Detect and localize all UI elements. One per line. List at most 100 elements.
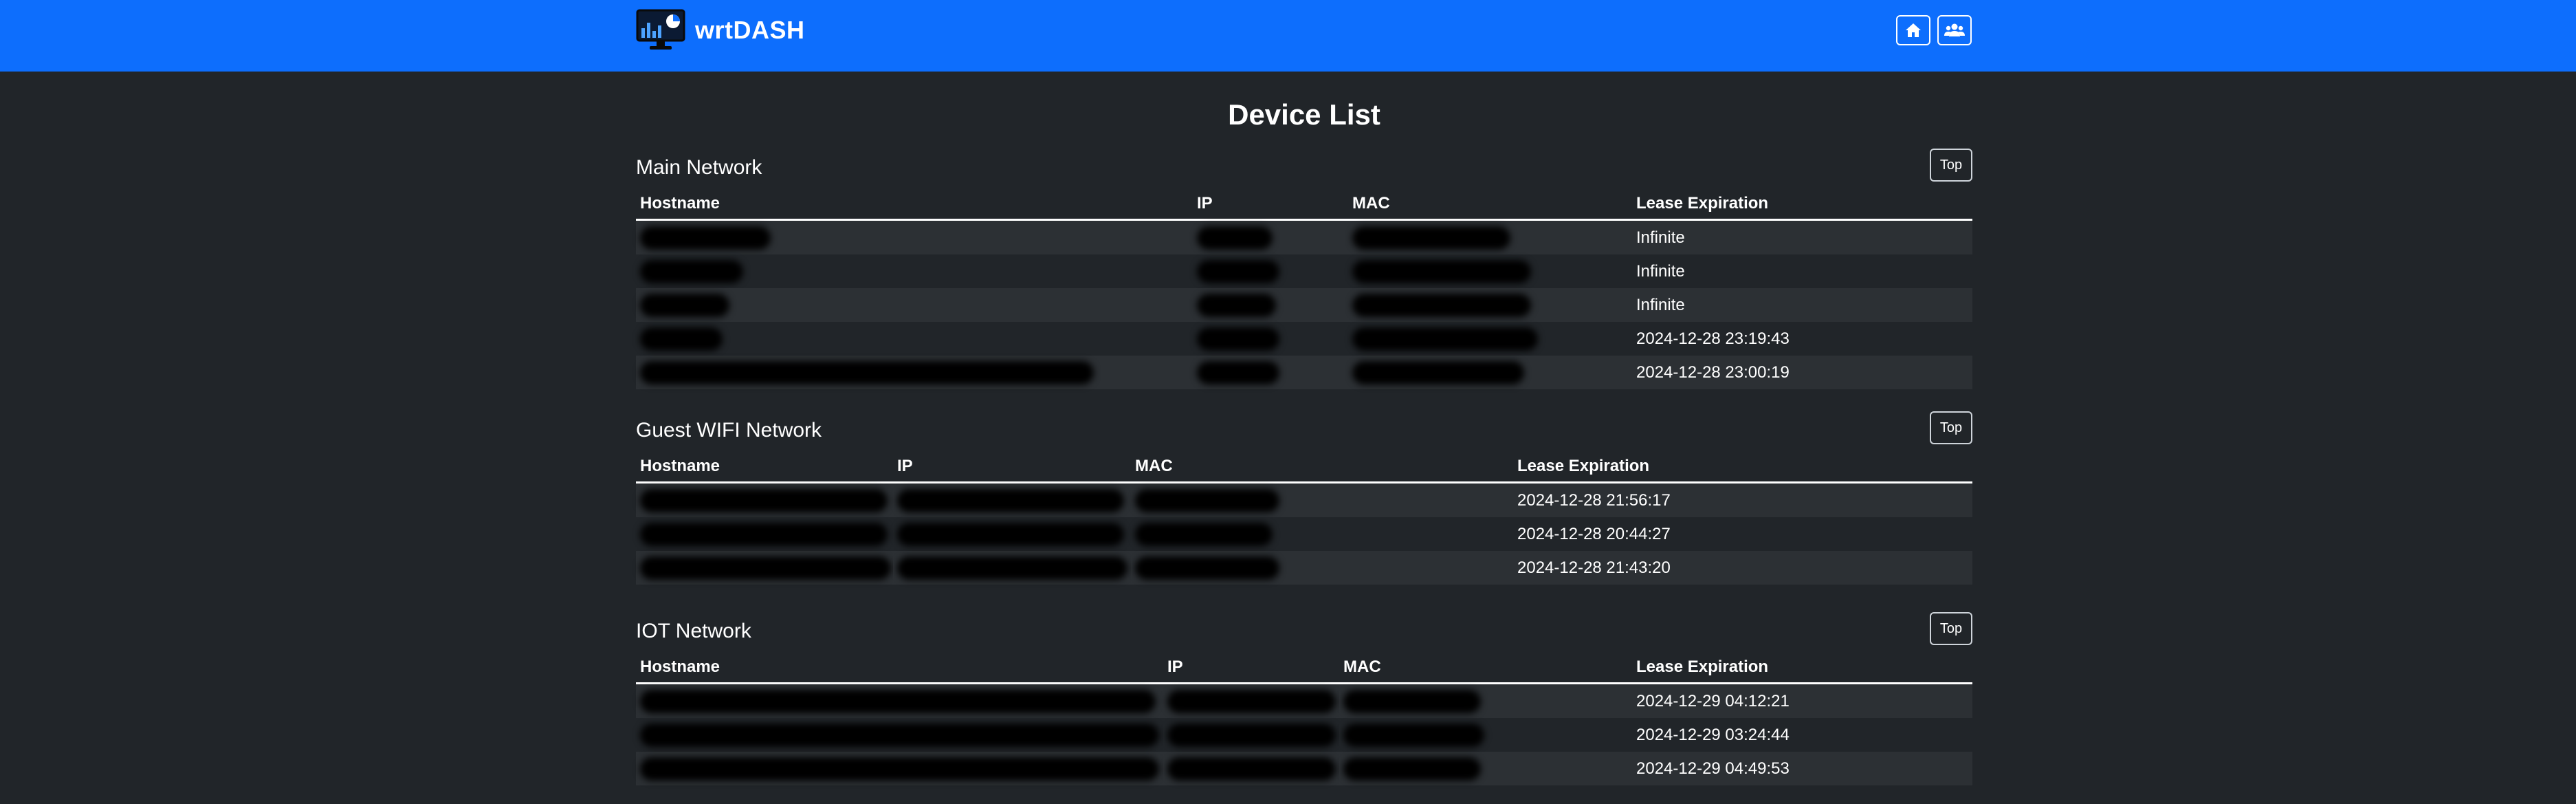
ip-cell (1163, 752, 1339, 785)
column-mac[interactable]: MAC (1131, 451, 1513, 484)
table-row: 2024-12-28 23:00:19 (636, 356, 1972, 389)
section-title: IOT Network (636, 620, 751, 642)
ip-cell (893, 551, 1131, 585)
table-row: 2024-12-28 20:44:27 (636, 517, 1972, 551)
redaction (1352, 360, 1524, 384)
redaction (1167, 757, 1336, 781)
redaction (640, 488, 888, 512)
section-title: Main Network (636, 156, 762, 179)
redaction (640, 689, 1156, 713)
table-row: Infinite (636, 288, 1972, 322)
redaction (640, 556, 891, 580)
redaction (897, 556, 1127, 580)
ip-cell (1193, 219, 1348, 254)
column-ip[interactable]: IP (893, 451, 1131, 484)
column-lease-expiration[interactable]: Lease Expiration (1632, 652, 1972, 684)
hostname-cell (636, 517, 893, 551)
table-row: 2024-12-28 21:56:17 (636, 482, 1972, 517)
redaction (1197, 259, 1279, 283)
table-row: 2024-12-29 04:12:21 (636, 683, 1972, 718)
section-header: Guest WIFI Network Top (636, 410, 1972, 451)
top-button[interactable]: Top (1930, 149, 1972, 182)
top-button[interactable]: Top (1930, 411, 1972, 444)
page-title: Device List (1228, 98, 1380, 131)
section-title: Guest WIFI Network (636, 419, 822, 442)
redaction (1343, 757, 1481, 781)
device-table-guest: Hostname IP MAC Lease Expiration 2024-12… (636, 451, 1972, 585)
column-lease-expiration[interactable]: Lease Expiration (1632, 188, 1972, 221)
hostname-cell (636, 322, 1193, 356)
lease-cell: 2024-12-28 23:19:43 (1632, 322, 1972, 356)
hostname-cell (636, 254, 1193, 288)
redaction (1343, 723, 1484, 747)
hostname-cell (636, 219, 1193, 254)
table-row: 2024-12-29 03:24:44 (636, 718, 1972, 752)
section-main-network: Main Network Top Hostname IP MAC Lease E… (636, 147, 1972, 389)
users-button[interactable] (1937, 15, 1972, 45)
column-ip[interactable]: IP (1193, 188, 1348, 221)
lease-cell: 2024-12-28 20:44:27 (1513, 517, 1972, 551)
redaction (1167, 689, 1336, 713)
mac-cell (1348, 254, 1632, 288)
ip-cell (893, 482, 1131, 517)
column-mac[interactable]: MAC (1339, 652, 1632, 684)
lease-cell: 2024-12-29 04:12:21 (1632, 683, 1972, 718)
mac-cell (1339, 683, 1632, 718)
redaction (640, 757, 1159, 781)
redaction (1352, 327, 1538, 351)
lease-cell: 2024-12-29 03:24:44 (1632, 718, 1972, 752)
hostname-cell (636, 288, 1193, 322)
redaction (1135, 522, 1273, 546)
top-button[interactable]: Top (1930, 612, 1972, 645)
redaction (1343, 689, 1481, 713)
ip-cell (1193, 322, 1348, 356)
section-iot-network: IOT Network Top Hostname IP MAC Lease Ex… (636, 611, 1972, 785)
redaction (640, 723, 1159, 747)
redaction (640, 327, 723, 351)
hostname-cell (636, 356, 1193, 389)
redaction (640, 293, 729, 317)
table-row: 2024-12-28 21:43:20 (636, 551, 1972, 585)
column-hostname[interactable]: Hostname (636, 652, 1163, 684)
ip-cell (1193, 288, 1348, 322)
table-row: Infinite (636, 219, 1972, 254)
redaction (1197, 360, 1279, 384)
redaction (1197, 226, 1273, 250)
redaction (1167, 723, 1336, 747)
section-header: IOT Network Top (636, 611, 1972, 652)
lease-cell: Infinite (1632, 254, 1972, 288)
home-icon (1906, 23, 1921, 37)
mac-cell (1348, 288, 1632, 322)
redaction (640, 522, 888, 546)
mac-cell (1131, 517, 1513, 551)
column-hostname[interactable]: Hostname (636, 451, 893, 484)
redaction (1135, 556, 1279, 580)
redaction (1352, 226, 1510, 250)
mac-cell (1348, 356, 1632, 389)
mac-cell (1339, 718, 1632, 752)
mac-cell (1348, 322, 1632, 356)
lease-cell: Infinite (1632, 219, 1972, 254)
dashboard-monitor-icon (636, 9, 685, 52)
column-ip[interactable]: IP (1163, 652, 1339, 684)
mac-cell (1131, 551, 1513, 585)
mac-cell (1131, 482, 1513, 517)
redaction (640, 226, 771, 250)
column-lease-expiration[interactable]: Lease Expiration (1513, 451, 1972, 484)
table-row: 2024-12-28 23:19:43 (636, 322, 1972, 356)
navbar: wrtDASH (0, 0, 2576, 72)
table-header-row: Hostname IP MAC Lease Expiration (636, 451, 1972, 484)
lease-cell: 2024-12-28 23:00:19 (1632, 356, 1972, 389)
column-hostname[interactable]: Hostname (636, 188, 1193, 221)
brand[interactable]: wrtDASH (636, 8, 805, 52)
hostname-cell (636, 752, 1163, 785)
home-button[interactable] (1896, 15, 1930, 45)
hostname-cell (636, 718, 1163, 752)
redaction (1197, 327, 1279, 351)
column-mac[interactable]: MAC (1348, 188, 1632, 221)
users-icon (1944, 23, 1965, 36)
redaction (1197, 293, 1276, 317)
redaction (897, 522, 1124, 546)
